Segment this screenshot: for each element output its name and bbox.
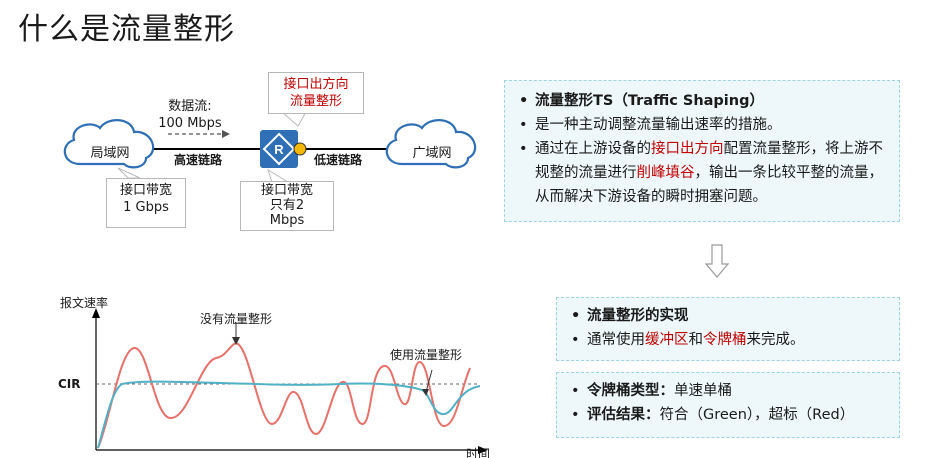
outbound-callout-line2: 流量整形 (289, 94, 342, 109)
flow-label-title: 数据流: (168, 99, 212, 114)
token-bucket-highlight: 令牌桶 (703, 332, 747, 348)
evaluation-result-value: 符合（Green），超标（Red） (659, 407, 855, 423)
bucket-type-item: 令牌桶类型：单速单桶 (567, 379, 889, 403)
x-axis-label: 时间 (466, 447, 491, 458)
evaluation-result-label: 评估结果： (587, 407, 660, 423)
high-speed-link-label: 高速链路 (174, 153, 223, 167)
definition-panel: 流量整形TS（Traffic Shaping） 是一种主动调整流量输出速率的措施… (504, 80, 900, 222)
lan-bandwidth-line1: 接口带宽 (119, 183, 172, 198)
router-bandwidth-line1: 接口带宽 (260, 183, 313, 198)
definition-heading: 流量整形TS（Traffic Shaping） (515, 89, 889, 113)
outbound-highlight: 接口出方向 (651, 141, 724, 157)
implementation-text-part3: 来完成。 (746, 332, 805, 348)
bucket-type-label: 令牌桶类型： (587, 383, 674, 399)
flow-label: 数据流: 100 Mbps (150, 98, 230, 132)
buffer-highlight: 缓冲区 (645, 332, 689, 348)
implementation-text-part2: 和 (688, 332, 704, 348)
outbound-callout-line1: 接口出方向 (283, 77, 349, 92)
low-speed-link-label: 低速链路 (314, 153, 363, 167)
peak-shaving-highlight: 削峰填谷 (636, 165, 695, 181)
evaluation-result-item: 评估结果：符合（Green），超标（Red） (567, 403, 889, 427)
flow-label-rate: 100 Mbps (158, 116, 222, 131)
definition-item-1: 是一种主动调整流量输出速率的措施。 (515, 113, 889, 137)
unshaped-label: 没有流量整形 (200, 312, 273, 326)
router-icon: R (260, 130, 298, 168)
svg-text:R: R (274, 142, 284, 157)
router-bandwidth-callout: 接口带宽 只有2 Mbps (240, 181, 334, 231)
lan-cloud-label: 局域网 (90, 146, 130, 161)
lan-bandwidth-line2: 1 Gbps (123, 200, 169, 215)
shaped-label: 使用流量整形 (390, 348, 463, 362)
rate-chart (92, 308, 488, 454)
router-bandwidth-line3: Mbps (269, 213, 305, 228)
lan-bandwidth-callout: 接口带宽 1 Gbps (106, 178, 186, 228)
implementation-panel: 流量整形的实现 通常使用缓冲区和令牌桶来完成。 (556, 297, 900, 361)
implementation-heading: 流量整形的实现 (567, 304, 889, 328)
definition-item-2-part1: 通过在上游设备的 (535, 141, 651, 157)
definition-item-2: 通过在上游设备的接口出方向配置流量整形，将上游不规整的流量进行削峰填谷，输出一条… (515, 137, 889, 209)
wan-cloud-label: 广域网 (412, 146, 452, 161)
cir-label: CIR (58, 377, 81, 391)
page-title: 什么是流量整形 (18, 12, 235, 47)
implementation-text: 通常使用缓冲区和令牌桶来完成。 (567, 328, 889, 352)
interface-dot (293, 142, 307, 156)
implementation-text-part1: 通常使用 (587, 332, 645, 348)
outbound-shaping-callout: 接口出方向 流量整形 (268, 72, 364, 114)
bucket-type-value: 单速单桶 (674, 383, 732, 399)
y-axis-label: 报文速率 (60, 296, 109, 310)
token-bucket-panel: 令牌桶类型：单速单桶 评估结果：符合（Green），超标（Red） (556, 372, 900, 438)
router-bandwidth-line2: 只有2 (269, 198, 305, 213)
down-arrow-icon (705, 244, 729, 278)
